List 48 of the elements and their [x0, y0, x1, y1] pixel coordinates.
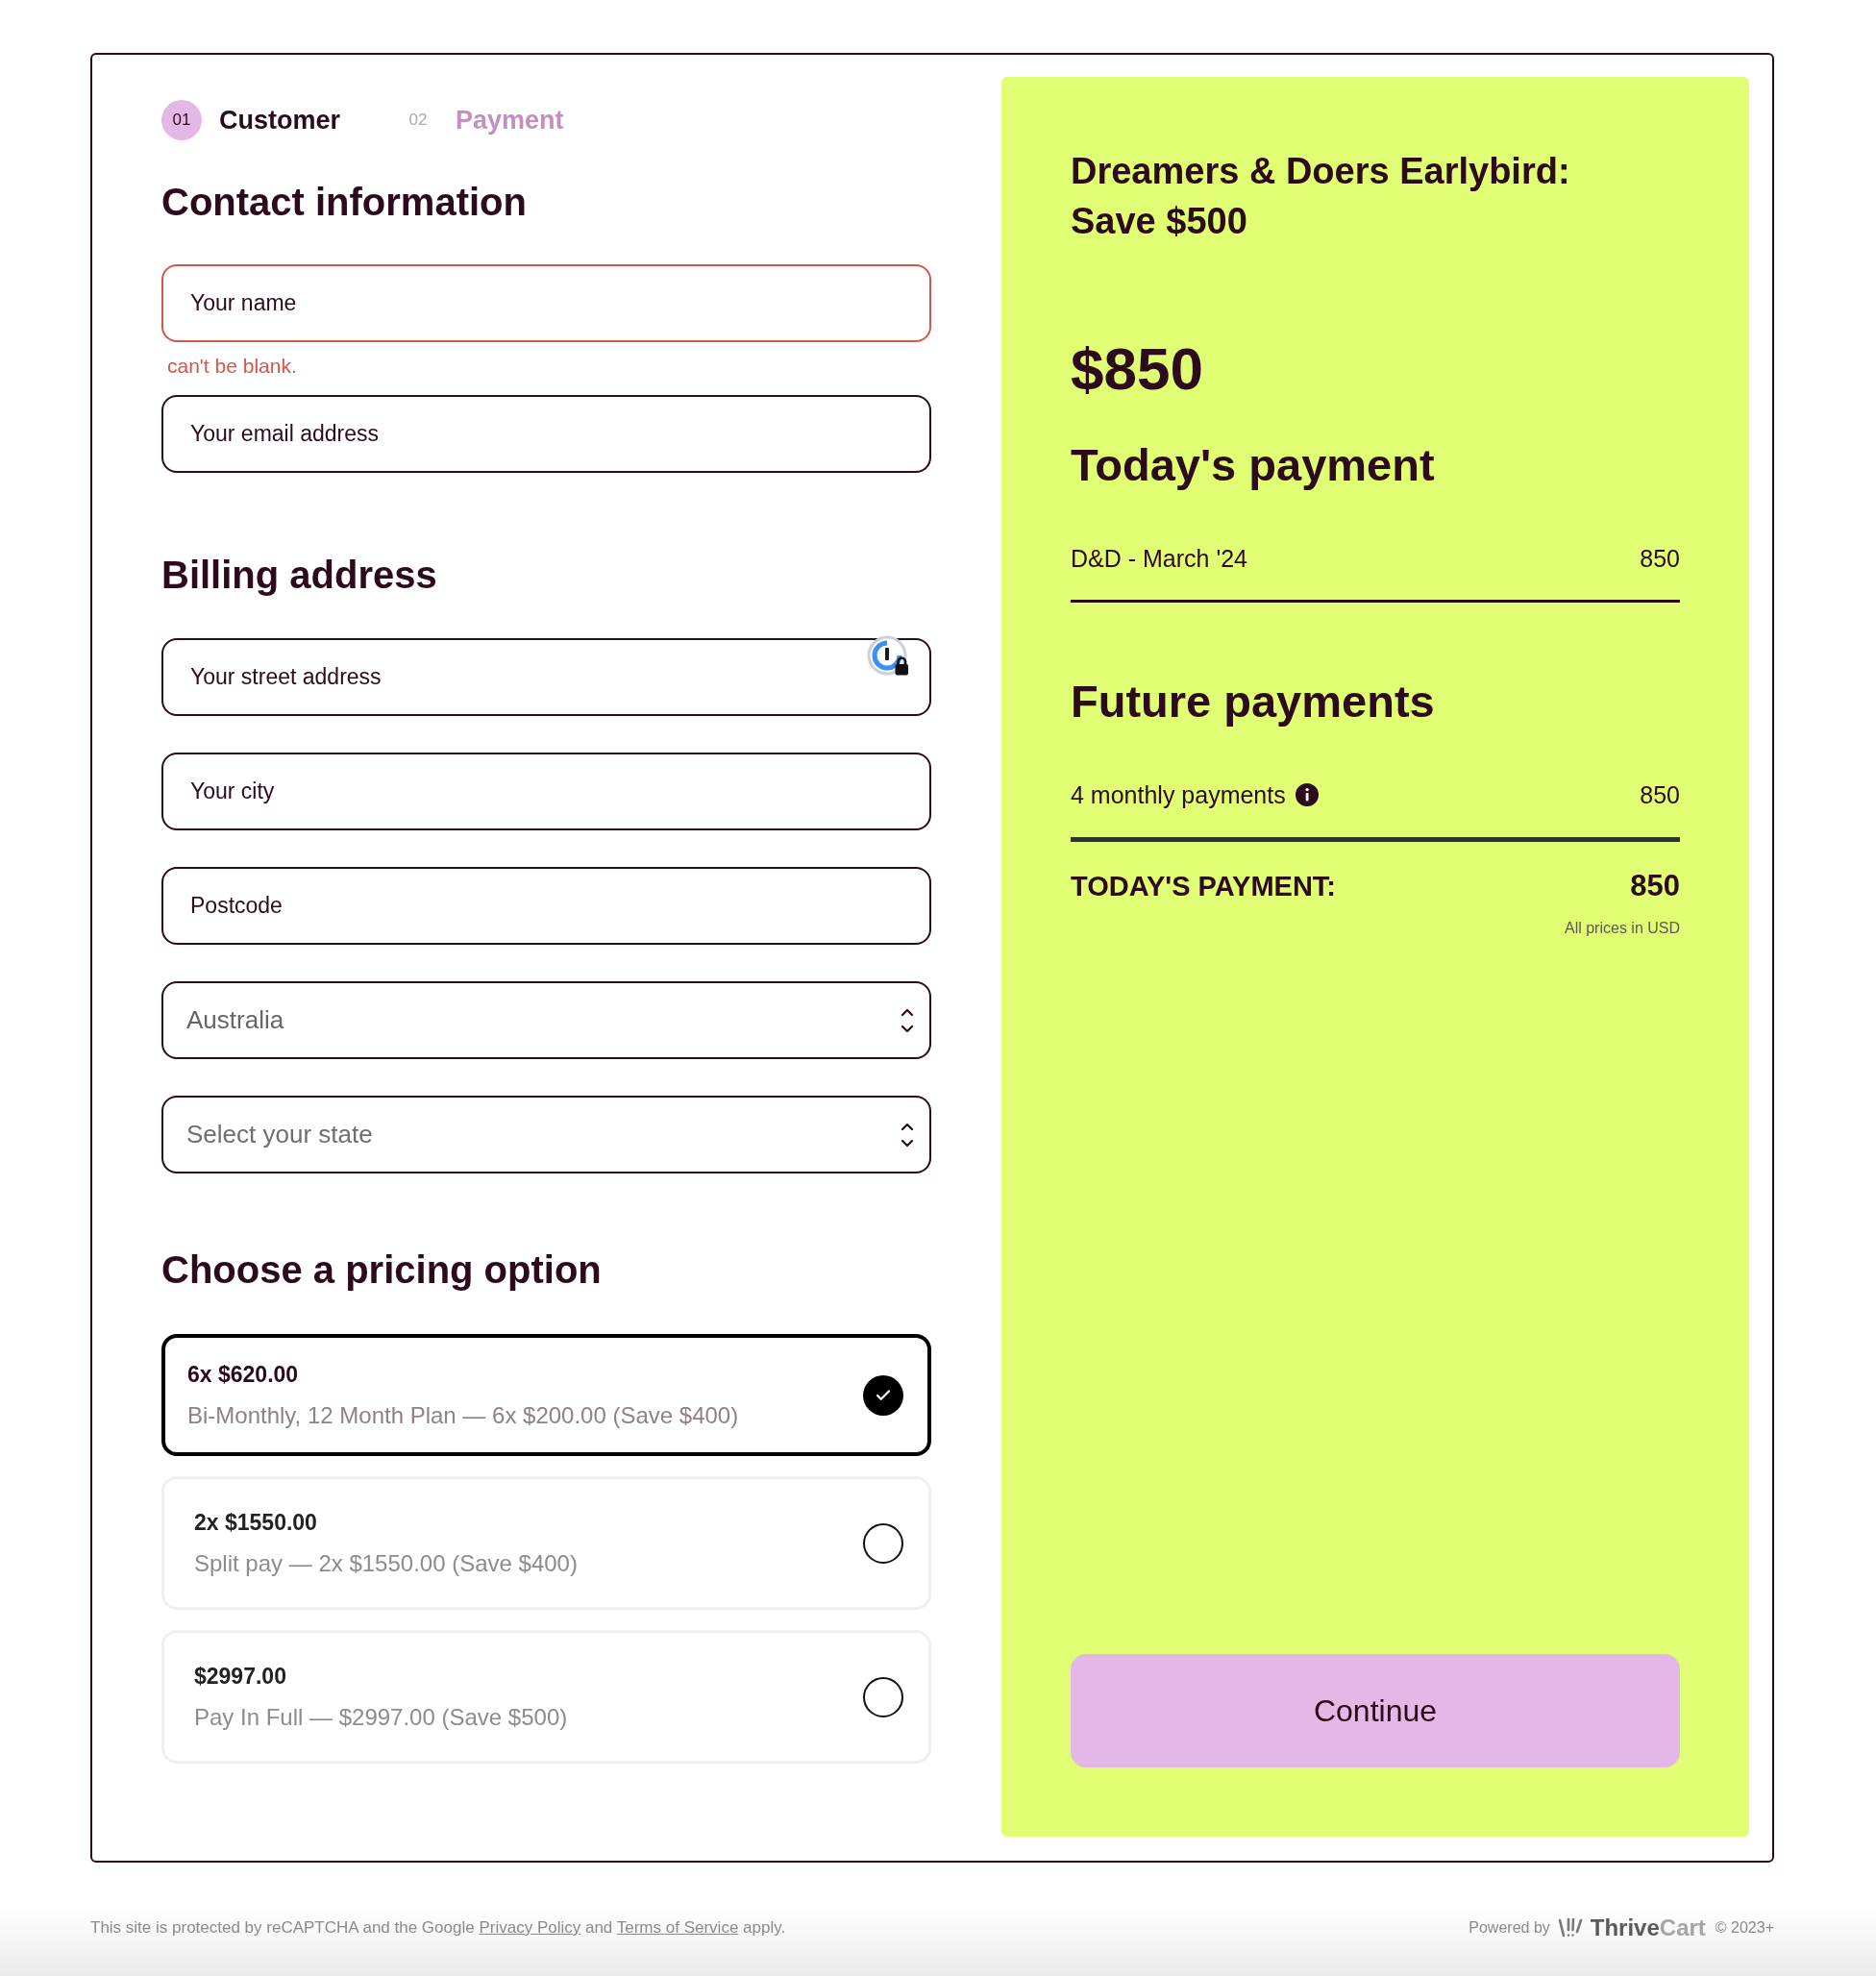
section-heading: Choose a pricing option: [161, 1247, 603, 1293]
option-title: 2x $1550.00: [194, 1508, 317, 1537]
text-field[interactable]: Your name: [161, 264, 931, 342]
section-heading: Billing address: [161, 553, 438, 598]
chevron-up-down-icon: [901, 1006, 914, 1034]
chevron-up-down-icon: [901, 1121, 914, 1149]
info-icon[interactable]: [1295, 783, 1319, 806]
select-field[interactable]: Select your state: [161, 1096, 931, 1173]
step-label: Customer: [219, 105, 341, 136]
summary-heading: Today's payment: [1071, 438, 1436, 492]
logo-icon: [1557, 1916, 1583, 1939]
option-title: 6x $620.00: [187, 1360, 299, 1389]
text-field[interactable]: Your city: [161, 753, 931, 830]
line-item-amount: 850: [1640, 544, 1680, 574]
option-description: Pay In Full — $2997.00 (Save $500): [194, 1702, 568, 1732]
recaptcha-notice: This site is protected by reCAPTCHA and the Google Privacy Policy and Terms of Service apply.: [90, 1917, 786, 1939]
footer-link[interactable]: Terms of Service: [616, 1918, 739, 1937]
line-item-label: 4 monthly payments: [1071, 780, 1286, 810]
total-label: TODAY'S PAYMENT:: [1071, 870, 1337, 903]
powered-by-label: Powered by: [1469, 1918, 1550, 1938]
pricing-option[interactable]: 2x $1550.00 Split pay — 2x $1550.00 (Save $400): [161, 1476, 931, 1610]
offer-title: Dreamers & Doers Earlybird: Save $500: [1071, 150, 1571, 243]
radio-button[interactable]: [863, 1374, 903, 1416]
text-field[interactable]: Postcode: [161, 867, 931, 945]
radio-button[interactable]: [863, 1522, 903, 1564]
pricing-option[interactable]: $2997.00 Pay In Full — $2997.00 (Save $500): [161, 1630, 931, 1764]
line-item-label: D&D - March '24: [1071, 544, 1247, 574]
section-heading: Contact information: [161, 180, 528, 225]
continue-button[interactable]: Continue: [1071, 1654, 1680, 1767]
error-message: can't be blank.: [166, 354, 298, 379]
step-number: 01: [161, 100, 202, 140]
footer-link[interactable]: Privacy Policy: [479, 1918, 581, 1937]
text-field[interactable]: Your email address: [161, 395, 931, 473]
option-description: Split pay — 2x $1550.00 (Save $400): [194, 1548, 578, 1578]
option-title: $2997.00: [194, 1662, 286, 1691]
text-field[interactable]: Your street address: [161, 638, 931, 716]
step-label: Payment: [456, 105, 564, 136]
line-item-amount: 850: [1640, 780, 1680, 810]
brand-name[interactable]: ThriveCart: [1590, 1916, 1706, 1939]
option-description: Bi-Monthly, 12 Month Plan — 6x $200.00 (Save $400): [187, 1400, 739, 1430]
total-amount: 850: [1630, 868, 1680, 904]
price-amount: $850: [1071, 334, 1204, 404]
select-field[interactable]: Australia: [161, 981, 931, 1059]
summary-heading: Future payments: [1071, 675, 1436, 729]
currency-note: All prices in USD: [1564, 919, 1680, 938]
pricing-option[interactable]: 6x $620.00 Bi-Monthly, 12 Month Plan — 6x $200.00 (Save $400): [161, 1334, 931, 1456]
radio-button[interactable]: [863, 1676, 903, 1717]
copyright-text: © 2023+: [1715, 1918, 1774, 1938]
